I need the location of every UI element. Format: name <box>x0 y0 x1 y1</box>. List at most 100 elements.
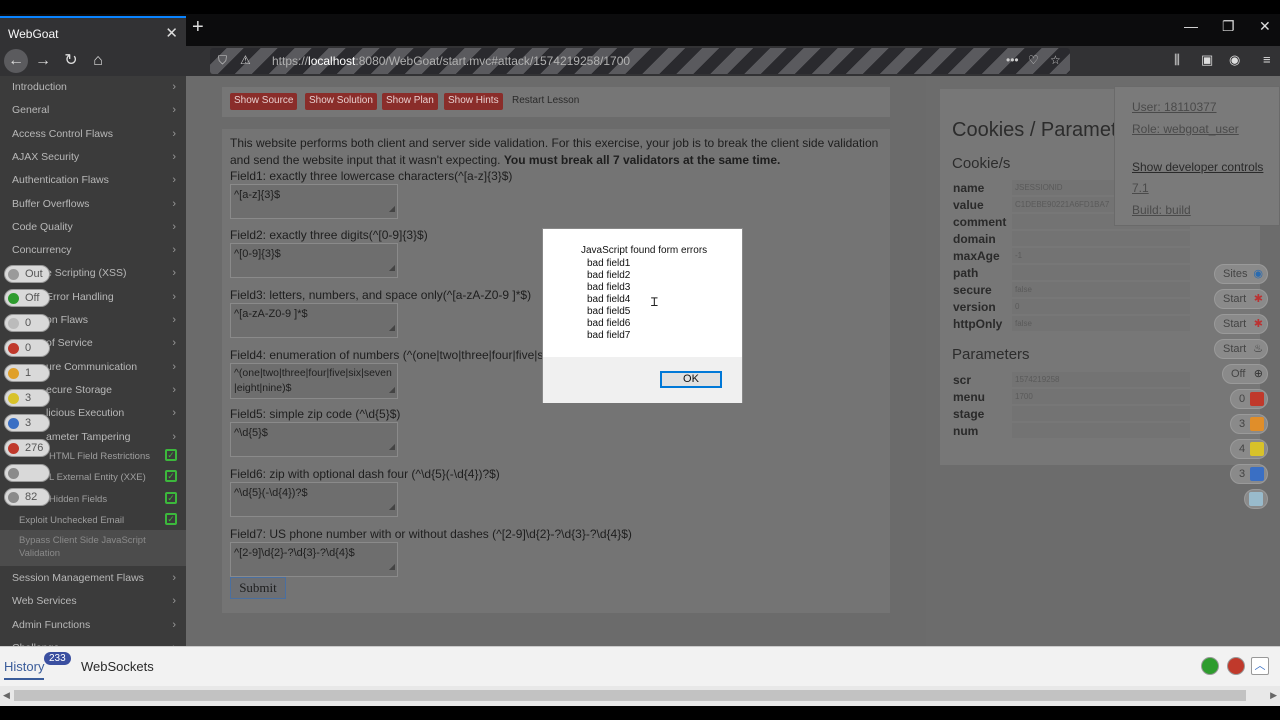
hud-badge[interactable]: Off <box>4 289 50 307</box>
resize-grip-icon[interactable]: ◢ <box>389 260 395 276</box>
field6-value: ^\d{5}(-\d{4})?$ <box>234 487 308 499</box>
websockets-tab[interactable]: WebSockets <box>81 659 154 674</box>
field3-input[interactable]: ^[a-zA-Z0-9 ]*$ ◢ <box>230 303 398 338</box>
restore-icon[interactable]: ❐ <box>1222 18 1235 35</box>
resize-grip-icon[interactable]: ◢ <box>389 439 395 455</box>
new-tab-icon[interactable]: + <box>192 16 204 39</box>
hud-badge[interactable]: 1 <box>4 364 50 382</box>
restart-lesson-button[interactable]: Restart Lesson <box>508 93 583 110</box>
start-scan-button[interactable]: Start ♨ <box>1214 339 1268 359</box>
high-alerts-counter[interactable]: 0 <box>1230 389 1268 409</box>
param-key: num <box>953 424 979 438</box>
sidebar-item[interactable]: General › <box>12 104 176 116</box>
sidebar-item[interactable]: Web Services › <box>12 595 176 607</box>
red-status-icon[interactable] <box>1227 657 1245 675</box>
low-alerts-counter[interactable]: 4 <box>1230 439 1268 459</box>
developer-controls-link[interactable]: Show developer controls <box>1132 160 1263 174</box>
resize-grip-icon[interactable]: ◢ <box>389 499 395 515</box>
close-window-icon[interactable]: ✕ <box>1259 18 1271 35</box>
lock-warning-icon[interactable]: ⚠ <box>240 53 251 67</box>
scroll-thumb[interactable] <box>14 690 1246 701</box>
hud-badge[interactable]: 0 <box>4 339 50 357</box>
role-link[interactable]: Role: webgoat_user <box>1132 122 1239 136</box>
show-plan-button[interactable]: Show Plan <box>382 93 438 110</box>
start-spider-button[interactable]: Start ✱ <box>1214 289 1268 309</box>
hud-badge[interactable]: 276 <box>4 439 50 457</box>
account-icon[interactable]: ◉ <box>1229 52 1240 68</box>
back-icon[interactable]: ← <box>4 49 28 73</box>
show-hints-button[interactable]: Show Hints <box>444 93 503 110</box>
medium-alerts-counter[interactable]: 3 <box>1230 414 1268 434</box>
menu-icon[interactable]: ≡ <box>1263 52 1271 67</box>
hud-badge[interactable]: 3 <box>4 414 50 432</box>
hud-badge[interactable]: 0 <box>4 314 50 332</box>
resize-grip-icon[interactable]: ◢ <box>389 559 395 575</box>
sidebar-active-item[interactable]: Bypass Client Side JavaScript Validation <box>19 534 159 560</box>
submit-button[interactable]: Submit <box>230 577 286 599</box>
sidebar-subitem[interactable]: Exploit Unchecked Email ✓ <box>19 513 179 526</box>
field7-input[interactable]: ^[2-9]\d{2}-?\d{3}-?\d{4}$ ◢ <box>230 542 398 577</box>
sites-button[interactable]: Sites ◉ <box>1214 264 1268 284</box>
chevron-right-icon: › <box>172 595 176 607</box>
show-solution-button[interactable]: Show Solution <box>305 93 377 110</box>
hud-badge[interactable]: 82 <box>4 488 50 506</box>
resize-grip-icon[interactable]: ◢ <box>389 320 395 336</box>
param-value <box>1012 423 1190 438</box>
scroll-right-icon[interactable]: ▶ <box>1270 690 1277 701</box>
green-status-icon[interactable] <box>1201 657 1219 675</box>
sidebar-icon[interactable]: ▣ <box>1201 52 1213 68</box>
minimize-icon[interactable]: — <box>1184 18 1198 34</box>
library-icon[interactable]: ⫼ <box>1174 52 1180 68</box>
sidebar-item[interactable]: Session Management Flaws › <box>12 572 176 584</box>
shield-icon[interactable]: ⛉ <box>218 53 227 68</box>
forward-icon[interactable]: → <box>31 49 55 73</box>
field2-input[interactable]: ^[0-9]{3}$ ◢ <box>230 243 398 278</box>
hud-extra-button[interactable] <box>1244 489 1268 509</box>
more-actions-icon[interactable]: ••• <box>1006 53 1019 67</box>
sidebar-item[interactable]: AJAX Security › <box>12 151 176 163</box>
scroll-left-icon[interactable]: ◀ <box>3 690 10 701</box>
field1-input[interactable]: ^[a-z]{3}$ ◢ <box>230 184 398 219</box>
resize-grip-icon[interactable]: ◢ <box>389 382 395 397</box>
break-toggle-button[interactable]: Off ⊕ <box>1222 364 1268 384</box>
cookie-value: false <box>1012 316 1190 331</box>
hud-badge[interactable] <box>4 464 50 482</box>
field5-input[interactable]: ^\d{5}$ ◢ <box>230 422 398 457</box>
field4-label: Field4: enumeration of numbers (^(one|tw… <box>230 348 542 362</box>
user-link[interactable]: User: 18110377 <box>1132 100 1217 114</box>
browser-tab[interactable]: WebGoat ✕ <box>0 16 186 46</box>
build-link[interactable]: Build: build <box>1132 203 1191 217</box>
version-link[interactable]: 7.1 <box>1132 181 1149 195</box>
sidebar-item[interactable]: Authentication Flaws › <box>12 174 176 186</box>
sidebar-item[interactable]: Admin Functions › <box>12 619 176 631</box>
pocket-icon[interactable]: ♡ <box>1028 53 1039 67</box>
hud-badge[interactable]: Out <box>4 265 50 283</box>
info-alerts-counter[interactable]: 3 <box>1230 464 1268 484</box>
sidebar-item[interactable]: Buffer Overflows › <box>12 198 176 210</box>
start-ajax-spider-button[interactable]: Start ✱ <box>1214 314 1268 334</box>
badge-dot-icon <box>8 368 19 379</box>
chevron-right-icon: › <box>172 267 176 279</box>
chevron-right-icon: › <box>172 619 176 631</box>
sidebar-item[interactable]: Concurrency › <box>12 244 176 256</box>
field3-label: Field3: letters, numbers, and space only… <box>230 288 532 302</box>
horizontal-scrollbar[interactable]: ◀ ▶ <box>0 686 1280 706</box>
history-tab[interactable]: History <box>4 659 45 680</box>
sidebar-item[interactable]: Introduction › <box>12 81 176 93</box>
close-tab-icon[interactable]: ✕ <box>165 24 178 42</box>
hud-bottom-bar: History 233 WebSockets ︿ <box>0 646 1280 686</box>
bookmark-star-icon[interactable]: ☆ <box>1050 53 1061 67</box>
url-bar[interactable]: ⛉ ⚠ https://localhost:8080/WebGoat/start… <box>210 48 1070 74</box>
field4-input[interactable]: ^(one|two|three|four|five|six|seven|eigh… <box>230 363 398 399</box>
dialog-footer: OK <box>543 357 742 403</box>
sidebar-item[interactable]: Code Quality › <box>12 221 176 233</box>
sidebar-item[interactable]: Access Control Flaws › <box>12 128 176 140</box>
ok-button[interactable]: OK <box>660 371 722 388</box>
resize-grip-icon[interactable]: ◢ <box>389 201 395 217</box>
reload-icon[interactable]: ↻ <box>59 49 83 73</box>
field6-input[interactable]: ^\d{5}(-\d{4})?$ ◢ <box>230 482 398 517</box>
home-icon[interactable]: ⌂ <box>86 49 110 73</box>
expand-up-icon[interactable]: ︿ <box>1251 657 1269 675</box>
hud-badge[interactable]: 3 <box>4 389 50 407</box>
show-source-button[interactable]: Show Source <box>230 93 298 110</box>
